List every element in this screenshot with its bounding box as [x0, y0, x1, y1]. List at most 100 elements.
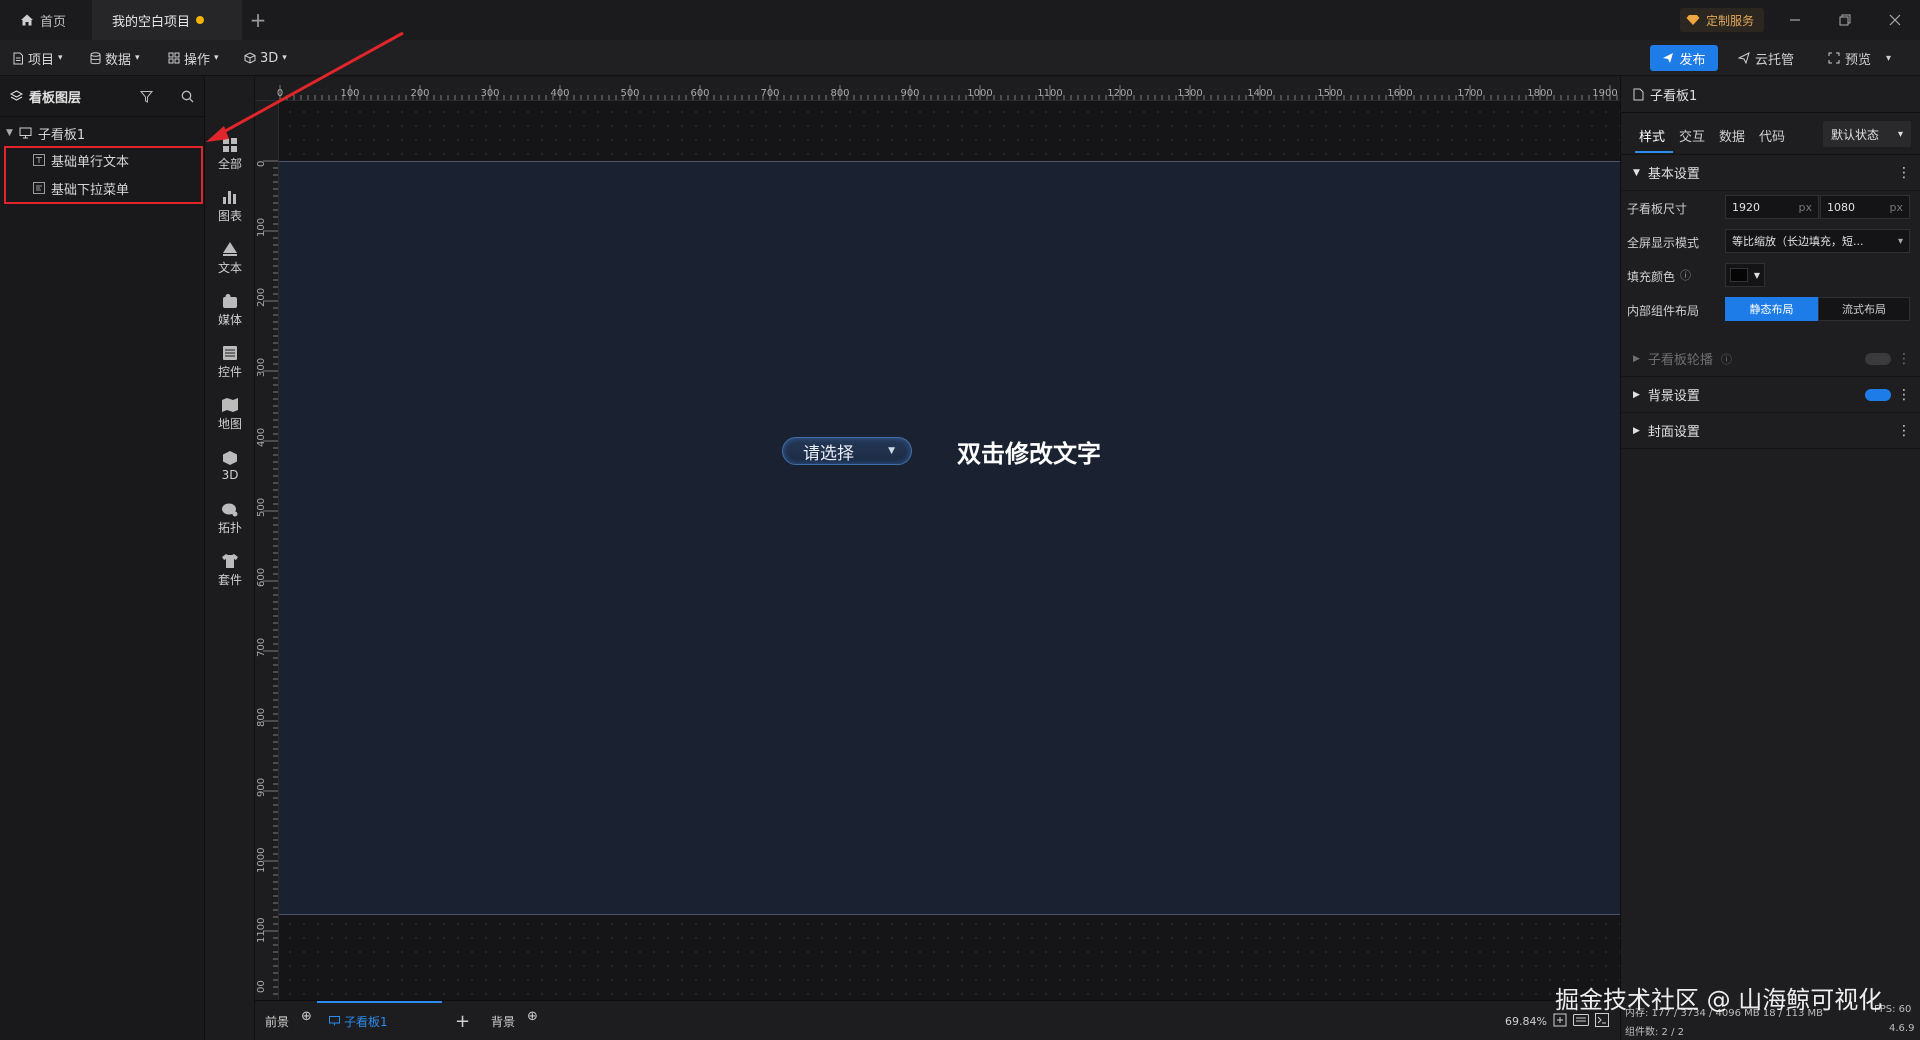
layer-tab-subboard[interactable]: 子看板1 [329, 1013, 388, 1029]
ruler-label: 1300 [1177, 88, 1203, 99]
rail-item-topology[interactable]: 拓扑 [205, 495, 255, 541]
layer-tab-foreground[interactable]: 前景 ⊕ [265, 1009, 312, 1029]
fill-color-picker[interactable]: ▼ [1725, 263, 1765, 287]
rail-item-text[interactable]: 文本 [205, 235, 255, 281]
more-icon[interactable]: ⋮ [1897, 387, 1911, 403]
fit-screen-icon[interactable] [1553, 1013, 1567, 1027]
rail-item-label: 图表 [217, 208, 242, 223]
ruler-label: 0 [276, 88, 284, 99]
tab-code[interactable]: 代码 [1759, 126, 1785, 145]
map-icon [222, 397, 238, 412]
more-icon[interactable]: ⋮ [1897, 423, 1911, 439]
component-count: 组件数: 2 / 2 [1625, 1027, 1684, 1038]
tab-project[interactable]: 我的空白项目 [92, 0, 242, 40]
section-basic[interactable]: ▼ 基本设置 ⋮ [1621, 155, 1920, 191]
chevron-down-icon: ▾ [1897, 128, 1903, 140]
rail-item-map[interactable]: 地图 [205, 391, 255, 437]
preview-label: 预览 [1845, 52, 1872, 68]
keyboard-icon[interactable] [1573, 1014, 1589, 1026]
height-input[interactable]: 1080 px [1820, 195, 1910, 219]
rail-item-all[interactable]: 全部 [205, 131, 255, 177]
search-icon[interactable] [181, 90, 194, 103]
ruler-label: 900 [900, 88, 920, 99]
rail-item-media[interactable]: 媒体 [205, 287, 255, 333]
add-layer-button[interactable]: + [455, 1010, 471, 1032]
caret-down-icon[interactable]: ▼ [6, 128, 13, 138]
ruler-label: 800 [256, 707, 267, 727]
width-input[interactable]: 1920 px [1725, 195, 1819, 219]
custom-service-button[interactable]: 定制服务 [1680, 8, 1765, 32]
add-circle-icon[interactable]: ⊕ [301, 1009, 312, 1024]
caret-down-icon: ▼ [888, 446, 895, 456]
ruler-vertical[interactable]: 0 100 200 300 400 500 600 700 800 900 10… [255, 101, 279, 1000]
monitor-icon [329, 1016, 340, 1026]
help-icon[interactable]: ⓘ [1680, 267, 1691, 283]
background-toggle[interactable] [1865, 389, 1891, 401]
section-cover[interactable]: ▶ 封面设置 ⋮ [1621, 413, 1920, 449]
rail-item-label: 拓扑 [217, 520, 242, 535]
chevron-down-icon: ▾ [214, 53, 219, 63]
rail-item-label: 控件 [217, 364, 242, 379]
menu-data[interactable]: 数据 ▾ [90, 48, 140, 68]
tab-style[interactable]: 样式 [1639, 126, 1665, 145]
section-carousel[interactable]: ▶ 子看板轮播 ⓘ ⋮ [1621, 341, 1920, 377]
layer-tab-background[interactable]: 背景 ⊕ [491, 1009, 538, 1029]
layer-root-label: 子看板1 [37, 127, 86, 143]
layers-panel: 看板图层 ▼ 子看板1 基础单行文本 基础下拉菜单 [0, 77, 205, 1040]
ruler-label: 800 [830, 88, 850, 99]
filter-icon[interactable] [140, 90, 153, 103]
carousel-toggle[interactable] [1865, 353, 1891, 365]
minimize-button[interactable] [1770, 0, 1820, 40]
tab-home[interactable]: 首页 [0, 0, 92, 40]
ruler-label: 1100 [256, 917, 267, 943]
new-tab-button[interactable]: + [244, 6, 272, 34]
help-icon[interactable]: ⓘ [1721, 351, 1732, 367]
send-icon [1663, 53, 1674, 63]
plus-icon: + [249, 8, 267, 32]
menu-project[interactable]: 项目 ▾ [12, 48, 63, 68]
cloud-host-button[interactable]: 云托管 [1738, 48, 1794, 68]
foreground-label: 前景 [265, 1014, 290, 1029]
terminal-icon[interactable] [1595, 1013, 1609, 1027]
layout-flow-button[interactable]: 流式布局 [1818, 297, 1910, 321]
ruler-label: 400 [550, 88, 570, 99]
add-circle-icon[interactable]: ⊕ [527, 1009, 538, 1024]
publish-button[interactable]: 发布 [1650, 45, 1718, 71]
menu-3d[interactable]: 3D ▾ [244, 48, 287, 68]
state-select[interactable]: 默认状态 ▾ [1823, 121, 1911, 147]
canvas-text-component[interactable]: 双击修改文字 [957, 434, 1101, 469]
caret-down-icon: ▼ [1753, 270, 1760, 280]
plus-icon: + [455, 1010, 471, 1032]
rail-item-3d[interactable]: 3D [205, 443, 255, 489]
tab-data[interactable]: 数据 [1719, 126, 1745, 145]
menu-data-label: 数据 [105, 52, 132, 68]
ruler-horizontal[interactable]: 0 100 200 300 400 500 600 700 800 900 10… [255, 77, 1620, 101]
menu-operate[interactable]: 操作 ▾ [168, 48, 219, 68]
unsaved-dot-icon [196, 16, 205, 24]
close-window-button[interactable] [1870, 0, 1920, 40]
cloud-host-label: 云托管 [1755, 52, 1795, 68]
layer-root[interactable]: ▼ 子看板1 [0, 120, 205, 146]
section-background[interactable]: ▶ 背景设置 ⋮ [1621, 377, 1920, 413]
fullscreen-select[interactable]: 等比缩放（长边填充，短... ▾ [1725, 229, 1910, 253]
rail-item-chart[interactable]: 图表 [205, 183, 255, 229]
diamond-icon [1686, 15, 1700, 25]
ruler-label: 500 [620, 88, 640, 99]
preview-button[interactable]: 预览 ▾ [1828, 48, 1891, 68]
rail-item-label: 媒体 [217, 312, 242, 327]
more-icon[interactable]: ⋮ [1897, 351, 1911, 367]
menu-operate-label: 操作 [184, 52, 211, 68]
more-icon[interactable]: ⋮ [1897, 165, 1911, 181]
fullscreen-icon [1828, 52, 1840, 64]
layout-label: 内部组件布局 [1627, 304, 1700, 318]
rail-item-kit[interactable]: 套件 [205, 547, 255, 593]
rail-item-control[interactable]: 控件 [205, 339, 255, 385]
canvas-dropdown-component[interactable]: 请选择 ▼ [782, 437, 912, 465]
artboard[interactable]: 请选择 ▼ 双击修改文字 [279, 161, 1620, 915]
fill-label: 填充颜色 [1627, 270, 1676, 284]
tab-interaction[interactable]: 交互 [1679, 126, 1705, 145]
zoom-level[interactable]: 69.84% [1505, 1015, 1547, 1028]
restore-button[interactable] [1820, 0, 1870, 40]
layout-static-button[interactable]: 静态布局 [1725, 297, 1818, 321]
cube-icon [244, 52, 256, 64]
